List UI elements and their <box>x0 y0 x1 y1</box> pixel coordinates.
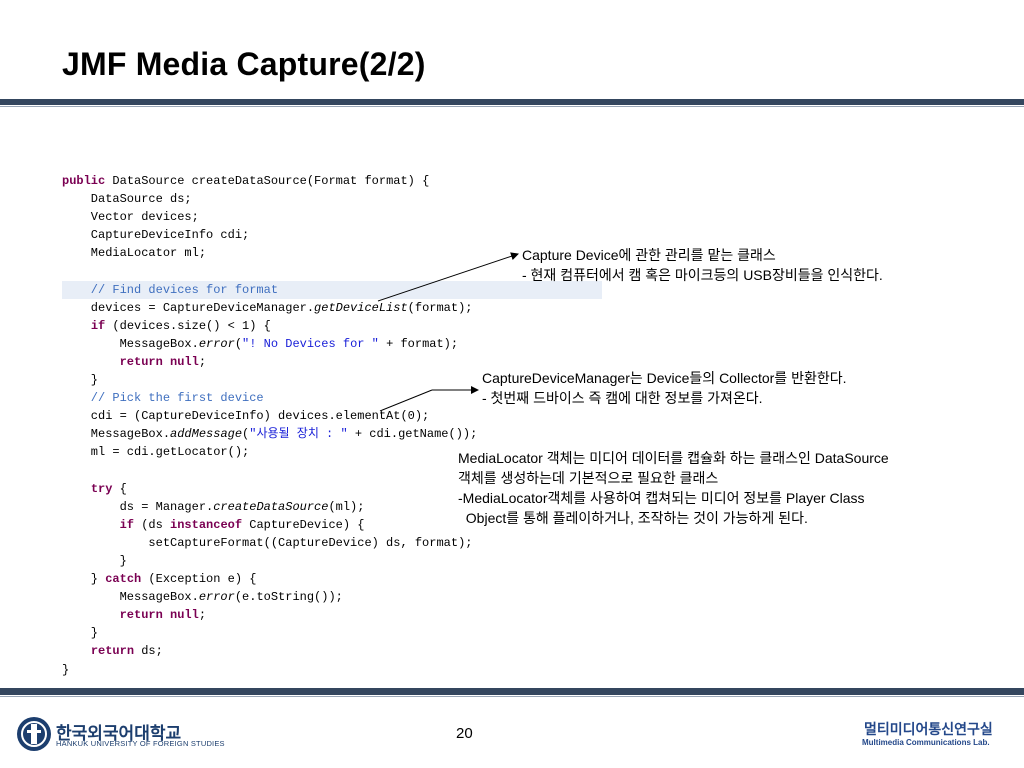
callout-arrow-1 <box>377 252 519 302</box>
university-name-english: HANKUK UNIVERSITY OF FOREIGN STUDIES <box>56 739 225 748</box>
callout-note-device-manager: Capture Device에 관한 관리를 맡는 클래스 - 현재 컴퓨터에서… <box>522 247 883 283</box>
footer-divider-thin <box>0 696 1024 697</box>
page-number: 20 <box>456 725 473 742</box>
footer-divider <box>0 688 1024 695</box>
lab-name-korean: 멀티미디어통신연구실 <box>864 721 993 737</box>
callout-arrow-2 <box>379 389 433 412</box>
callout-note-collector: CaptureDeviceManager는 Device들의 Collector… <box>482 370 847 406</box>
university-emblem-icon <box>17 717 51 751</box>
lab-name-english: Multimedia Communications Lab. <box>862 738 990 747</box>
callout-note-media-locator: MediaLocator 객체는 미디어 데이터를 캡슐화 하는 클래스인 Da… <box>458 450 889 526</box>
